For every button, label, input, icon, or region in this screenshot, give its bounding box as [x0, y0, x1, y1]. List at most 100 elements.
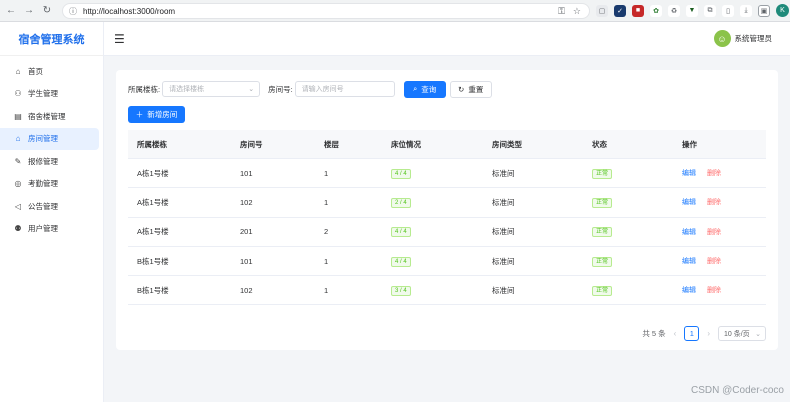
sidebar-item-repairs[interactable]: ✎ 报修管理 — [0, 150, 99, 173]
edit-link[interactable]: 编辑 — [682, 258, 696, 265]
site-info-icon[interactable]: ⓘ — [69, 6, 77, 17]
table-header: 所属楼栋 房间号 楼层 床位情况 房间类型 状态 操作 — [128, 130, 766, 159]
edit-link[interactable]: 编辑 — [682, 199, 696, 206]
room-table: 所属楼栋 房间号 楼层 床位情况 房间类型 状态 操作 A栋1号楼 101 1 4 /… — [128, 130, 766, 306]
reset-label: 重置 — [468, 84, 484, 94]
user-icon: ⚇ — [14, 89, 22, 99]
delete-link[interactable]: 删除 — [707, 287, 721, 294]
extension-icon[interactable]: ▢ — [596, 4, 608, 17]
col-header[interactable]: 操作 — [673, 139, 766, 150]
col-header[interactable]: 状态 — [583, 139, 673, 150]
col-header[interactable]: 楼层 — [315, 139, 382, 150]
table-row: B栋1号楼 101 1 4 / 4 标准间 正常 编辑 删除 — [128, 247, 766, 277]
sidebar-item-label: 用户管理 — [28, 224, 58, 234]
chevron-down-icon: ⌄ — [755, 330, 761, 338]
browser-toolbar: ← → ↻ ⓘ http://localhost:3000/room ⚿ ☆ ▢… — [0, 0, 790, 22]
col-header[interactable]: 所属楼栋 — [128, 139, 231, 150]
key-icon[interactable]: ⚿ — [558, 6, 565, 17]
bookmark-star-icon[interactable]: ☆ — [573, 6, 581, 17]
sidebar-item-label: 公告管理 — [28, 201, 58, 211]
reload-icon[interactable]: ↻ — [40, 4, 54, 18]
prev-page-icon[interactable]: ‹ — [674, 329, 677, 338]
user-menu[interactable]: ☺ 系统管理员 — [713, 30, 772, 47]
query-button[interactable]: ⌕ 查询 — [403, 80, 446, 98]
cell-type: 标准间 — [492, 256, 515, 266]
col-header[interactable]: 房间类型 — [483, 139, 583, 150]
col-header[interactable]: 房间号 — [231, 139, 315, 150]
query-label: 查询 — [421, 84, 437, 94]
add-room-button[interactable]: ＋ 新增房间 — [128, 106, 185, 123]
extension-icon[interactable]: ✿ — [650, 4, 662, 17]
delete-link[interactable]: 删除 — [707, 199, 721, 206]
url-text: http://localhost:3000/room — [83, 6, 176, 16]
cell-actions: 编辑 删除 — [673, 197, 766, 207]
sidebar-item-buildings[interactable]: ▤ 宿舍楼管理 — [0, 105, 99, 128]
cell-type: 标准间 — [492, 285, 515, 295]
sidebar-item-attendance[interactable]: ◎ 考勤管理 — [0, 173, 99, 196]
profile-avatar[interactable]: K — [776, 4, 789, 17]
delete-link[interactable]: 删除 — [707, 258, 721, 265]
edit-link[interactable]: 编辑 — [682, 287, 696, 294]
home-icon: ⌂ — [15, 134, 21, 144]
page-number[interactable]: 1 — [684, 326, 700, 341]
cell-actions: 编辑 删除 — [673, 285, 766, 295]
cell-floor: 2 — [324, 227, 329, 237]
sidebar: 宿舍管理系统 ⌂ 首页 ⚇ 学生管理 ▤ 宿舍楼管理 ⌂ 房间管理 ✎ 报修管理… — [0, 22, 104, 402]
app-brand: 宿舍管理系统 — [0, 22, 103, 56]
cell-beds: 3 / 4 — [382, 285, 483, 296]
sidebar-item-label: 房间管理 — [28, 134, 58, 144]
room-input[interactable]: 请输入房间号 — [294, 81, 395, 97]
collapse-menu-icon[interactable]: ☰ — [114, 32, 125, 46]
next-page-icon[interactable]: › — [707, 329, 710, 338]
extension-icon[interactable]: ✓ — [614, 4, 626, 17]
sidebar-item-users[interactable]: ⚉ 用户管理 — [0, 218, 99, 241]
sidebar-toggle-icon[interactable]: ▯ — [722, 4, 734, 17]
page-size-select[interactable]: 10 条/页 ⌄ — [718, 326, 766, 341]
extension-icon[interactable]: ▣ — [758, 4, 770, 17]
building-icon: ▤ — [14, 111, 22, 121]
sidebar-item-students[interactable]: ⚇ 学生管理 — [0, 83, 99, 106]
sidebar-item-rooms[interactable]: ⌂ 房间管理 — [0, 127, 99, 150]
cell-status: 正常 — [583, 226, 673, 238]
download-icon[interactable]: ⤓ — [740, 4, 752, 17]
beds-tag: 4 / 4 — [391, 227, 411, 238]
cell-room: 102 — [240, 197, 253, 207]
beds-tag: 4 / 4 — [391, 256, 411, 267]
cell-type: 标准间 — [492, 197, 515, 207]
home-icon: ⌂ — [15, 66, 21, 76]
plus-icon: ＋ — [135, 110, 144, 119]
cell-actions: 编辑 删除 — [673, 256, 766, 266]
search-form: 所属楼栋: 请选择楼栋 ⌄ 房间号: 请输入房间号 ⌕ 查询 ↻ 重置 — [128, 80, 492, 98]
extensions-puzzle-icon[interactable]: ⧉ — [704, 4, 716, 17]
extension-icon[interactable]: ■ — [632, 4, 644, 17]
cell-floor: 1 — [324, 285, 329, 295]
cell-status: 正常 — [583, 168, 673, 179]
delete-link[interactable]: 删除 — [707, 229, 721, 236]
wrench-icon: ✎ — [14, 156, 22, 166]
extension-icon[interactable]: ▼ — [686, 4, 698, 17]
sidebar-item-label: 考勤管理 — [28, 179, 58, 189]
address-bar[interactable]: ⓘ http://localhost:3000/room ⚿ ☆ — [62, 3, 590, 19]
room-label: 房间号: — [268, 84, 293, 94]
col-header[interactable]: 床位情况 — [382, 139, 483, 150]
edit-link[interactable]: 编辑 — [682, 229, 696, 236]
cell-building: A栋1号楼 — [137, 227, 169, 237]
cell-floor: 1 — [324, 197, 329, 207]
cell-beds: 4 / 4 — [382, 168, 483, 179]
delete-link[interactable]: 删除 — [707, 170, 721, 177]
building-placeholder: 请选择楼栋 — [169, 86, 205, 93]
status-badge: 正常 — [592, 256, 613, 267]
cell-floor: 1 — [324, 256, 329, 266]
building-select[interactable]: 请选择楼栋 ⌄ — [162, 81, 261, 97]
forward-icon[interactable]: → — [22, 4, 36, 18]
reset-button[interactable]: ↻ 重置 — [449, 80, 492, 98]
sidebar-item-notices[interactable]: ◁ 公告管理 — [0, 195, 99, 218]
cell-status: 正常 — [583, 285, 673, 296]
table-row: A栋1号楼 102 1 2 / 4 标准间 正常 编辑 删除 — [128, 188, 766, 218]
edit-link[interactable]: 编辑 — [682, 170, 696, 177]
sidebar-item-home[interactable]: ⌂ 首页 — [0, 60, 99, 83]
cell-building: A栋1号楼 — [137, 168, 169, 178]
cell-building: A栋1号楼 — [137, 197, 169, 207]
back-icon[interactable]: ← — [4, 4, 18, 18]
extension-icon[interactable]: ♻ — [668, 4, 680, 17]
